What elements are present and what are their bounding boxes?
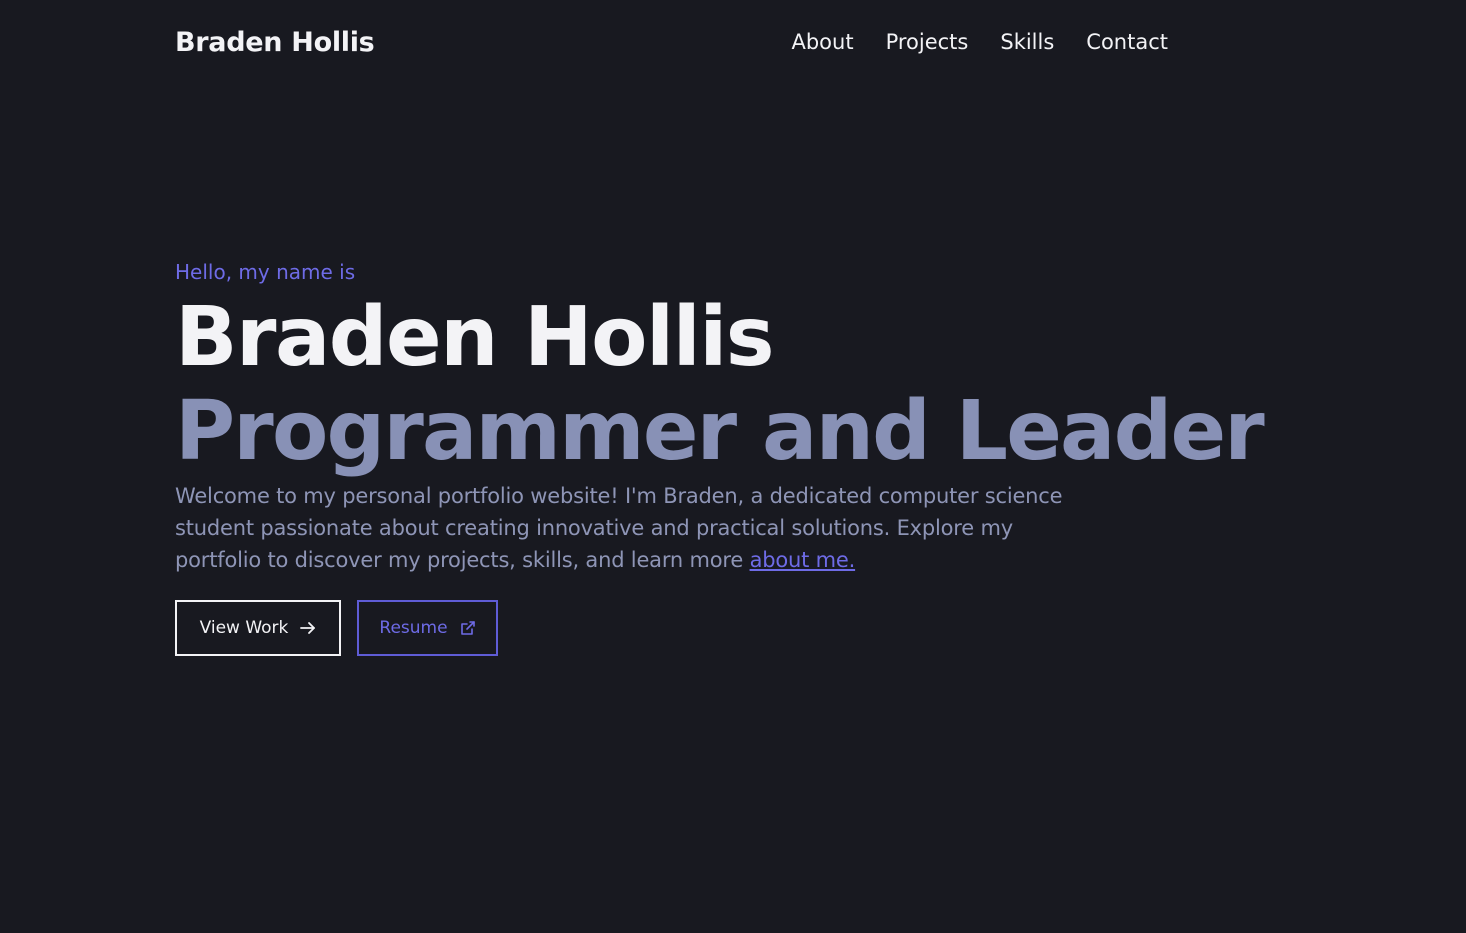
portfolio-page: Braden Hollis About Projects Skills Cont… <box>0 0 1466 933</box>
hero-section: Hello, my name is Braden Hollis Programm… <box>175 258 1295 656</box>
hero-tagline: Programmer and Leader <box>175 384 1265 479</box>
hero-greeting: Hello, my name is <box>175 260 356 284</box>
resume-label: Resume <box>379 618 448 638</box>
nav-link-contact[interactable]: Contact <box>1086 30 1168 54</box>
hero-actions: View Work Resume <box>175 600 1295 656</box>
external-link-icon <box>460 620 476 636</box>
nav-link-about[interactable]: About <box>791 30 853 54</box>
main-nav: About Projects Skills Contact <box>791 30 1168 54</box>
brand-logo-link[interactable]: Braden Hollis <box>175 27 375 58</box>
hero-intro-text: Welcome to my personal portfolio website… <box>175 484 1063 572</box>
hero-name: Braden Hollis <box>175 290 775 385</box>
about-me-link[interactable]: about me. <box>750 548 856 572</box>
nav-link-skills[interactable]: Skills <box>1000 30 1054 54</box>
arrow-right-icon <box>300 621 316 635</box>
resume-button[interactable]: Resume <box>357 600 498 656</box>
view-work-button[interactable]: View Work <box>175 600 341 656</box>
view-work-label: View Work <box>199 618 289 638</box>
nav-link-projects[interactable]: Projects <box>886 30 969 54</box>
hero-intro: Welcome to my personal portfolio website… <box>175 480 1085 576</box>
